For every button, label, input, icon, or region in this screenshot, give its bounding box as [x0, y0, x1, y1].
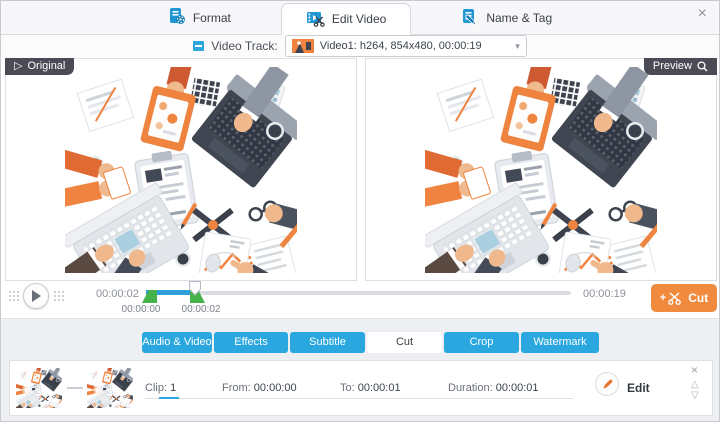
tab-edit-video[interactable]: Edit Video [280, 3, 412, 35]
play-icon [32, 290, 41, 302]
tab-name-tag-label: Name & Tag [486, 10, 553, 25]
magnifier-icon [697, 61, 708, 72]
original-badge-label: Original [27, 60, 66, 72]
current-time: 00:00:02 [96, 288, 139, 300]
edit-section: Audio & Video Effects Subtitle Cut Crop … [1, 318, 719, 421]
original-preview-pane: ▷ Original [5, 45, 357, 310]
original-video-frame [40, 45, 326, 310]
transport-bar: 00:00:02 00:00:00 00:00:02 00:00:19 + Cu… [1, 280, 719, 318]
clip-list-panel: Clip: 1 From: 00:00:00 To: 00:00:01 Dura… [9, 360, 713, 416]
from-value[interactable]: 00:00:00 [254, 382, 297, 394]
tab-edit-video-label: Edit Video [331, 12, 387, 26]
tab-effects[interactable]: Effects [214, 332, 288, 353]
clip-row-underline [145, 398, 573, 399]
clip-end-thumbnail [87, 368, 133, 408]
scissors-icon [668, 291, 682, 305]
trim-start-handle[interactable] [142, 290, 157, 303]
edit-clip-label[interactable]: Edit [627, 381, 650, 395]
edit-tab-bar: Audio & Video Effects Subtitle Cut Crop … [142, 332, 599, 353]
seek-track[interactable] [146, 291, 571, 295]
trim-end-time: 00:00:02 [181, 304, 221, 315]
play-button[interactable] [23, 283, 49, 309]
duration-value: 00:00:01 [495, 382, 539, 394]
tab-watermark[interactable]: Watermark [521, 332, 599, 353]
plus-icon: + [659, 292, 667, 304]
clip-number-input[interactable]: 1 [170, 382, 176, 394]
video-track-label: Video Track: [211, 39, 278, 53]
cut-button[interactable]: + Cut [651, 284, 717, 312]
to-value[interactable]: 00:00:01 [358, 382, 401, 394]
video-track-icon [193, 41, 205, 51]
duration-label: Duration: [448, 382, 493, 394]
preview-badge-label: Preview [652, 60, 692, 72]
seek-thumb[interactable] [188, 280, 202, 301]
clip-start-thumbnail [16, 368, 62, 408]
from-field: From: 00:00:00 [222, 382, 297, 394]
trim-start-time: 00:00:00 [121, 304, 161, 315]
top-tab-bar: Format Edit Video Name & Tag [1, 1, 719, 35]
edit-video-dialog: Format Edit Video Name & Tag × Video Tra… [0, 0, 720, 422]
from-label: From: [222, 382, 251, 394]
output-video-frame [400, 45, 686, 310]
total-time: 00:00:19 [583, 288, 626, 300]
remove-clip-icon[interactable]: × [691, 363, 698, 377]
clip-field: Clip: 1 [145, 382, 176, 394]
original-badge: ▷ Original [5, 58, 75, 75]
tab-crop[interactable]: Crop [444, 332, 519, 353]
grip-dots-left [8, 290, 21, 302]
format-icon [168, 7, 186, 28]
chevron-down-icon: ▾ [515, 40, 520, 51]
move-down-icon[interactable]: ▽ [691, 391, 699, 401]
tab-subtitle[interactable]: Subtitle [290, 332, 365, 353]
video-track-bar: Video Track: Video1: h264, 854x480, 00:0… [1, 34, 719, 58]
move-up-icon[interactable]: △ [691, 380, 699, 390]
duration-field: Duration: 00:00:01 [448, 382, 539, 394]
grip-dots-right [53, 290, 66, 302]
clip-range-connector [67, 387, 83, 389]
close-icon[interactable]: × [698, 6, 707, 22]
to-label: To: [340, 382, 355, 394]
edit-video-icon [306, 9, 325, 30]
video-track-value: Video1: h264, 854x480, 00:00:19 [319, 40, 482, 52]
output-preview-pane: Preview [365, 45, 717, 310]
tab-name-tag[interactable]: Name & Tag [437, 1, 576, 34]
preview-badge[interactable]: Preview [643, 58, 717, 75]
tab-audio-video[interactable]: Audio & Video [142, 332, 212, 353]
video-thumbnail-mini [291, 39, 314, 53]
clip-label: Clip: [145, 382, 168, 394]
tab-format-label: Format [192, 10, 231, 25]
tab-format[interactable]: Format [144, 1, 255, 34]
tab-cut[interactable]: Cut [367, 332, 442, 353]
cut-button-label: Cut [688, 291, 709, 305]
to-field: To: 00:00:01 [340, 382, 401, 394]
name-tag-icon [461, 7, 479, 28]
edit-clip-button[interactable] [595, 372, 619, 396]
clip-input-underline [159, 397, 179, 399]
original-play-icon: ▷ [14, 60, 23, 72]
video-track-dropdown[interactable]: Video1: h264, 854x480, 00:00:19 ▾ [284, 35, 527, 57]
pencil-icon [602, 378, 613, 389]
